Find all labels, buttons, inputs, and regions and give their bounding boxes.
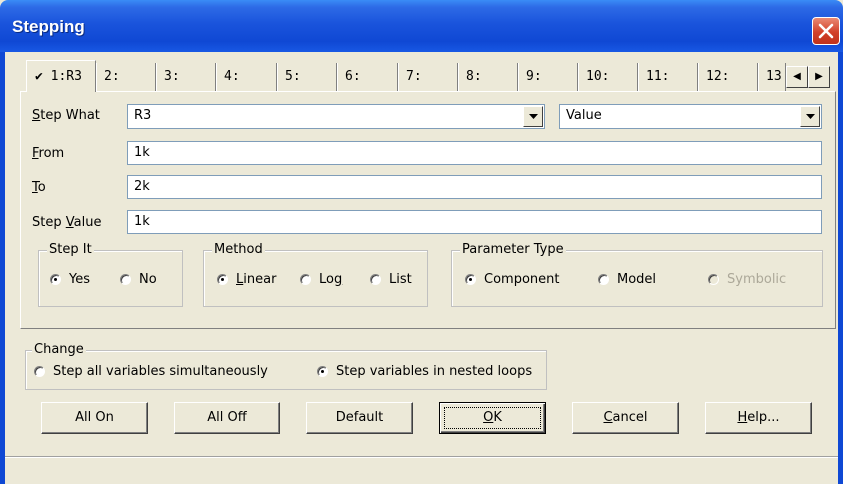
to-field[interactable]: 2k bbox=[127, 175, 822, 199]
method-log-radio[interactable]: Log bbox=[300, 272, 355, 288]
step-it-no-radio[interactable]: No bbox=[120, 272, 165, 288]
window-title: Stepping bbox=[12, 17, 85, 36]
radio-selected-icon bbox=[465, 274, 476, 285]
step-what-combo[interactable]: R3 bbox=[127, 104, 545, 129]
tab-2[interactable]: 2: bbox=[96, 63, 156, 91]
tab-4[interactable]: 4: bbox=[216, 63, 277, 91]
radio-selected-icon bbox=[217, 274, 228, 285]
tab-6[interactable]: 6: bbox=[337, 63, 398, 91]
method-title: Method bbox=[212, 242, 265, 257]
step-all-simultaneous-radio[interactable]: Step all variables simultaneously bbox=[34, 364, 289, 380]
tab-10[interactable]: 10: bbox=[578, 63, 638, 91]
method-linear-radio[interactable]: Linear bbox=[217, 272, 292, 288]
radio-icon bbox=[300, 274, 311, 285]
tab-scroll-left-icon[interactable]: ◀ bbox=[786, 66, 808, 88]
window-frame-left bbox=[0, 52, 5, 484]
tab-scroll-right-icon[interactable]: ▶ bbox=[808, 66, 830, 88]
to-label: To bbox=[32, 180, 46, 195]
all-off-button[interactable]: All Off bbox=[174, 402, 280, 434]
step-attribute-combo[interactable]: Value bbox=[559, 104, 822, 129]
tab-8[interactable]: 8: bbox=[458, 63, 518, 91]
radio-icon bbox=[34, 366, 45, 377]
from-field[interactable]: 1k bbox=[127, 141, 822, 165]
parameter-component-radio[interactable]: Component bbox=[465, 272, 575, 288]
tab-7[interactable]: 7: bbox=[398, 63, 458, 91]
radio-icon bbox=[120, 274, 131, 285]
step-value-label: Step Value bbox=[32, 215, 102, 230]
window-frame-right bbox=[838, 52, 843, 484]
ok-button[interactable]: OK bbox=[439, 402, 546, 434]
cancel-button[interactable]: Cancel bbox=[572, 402, 679, 434]
change-title: Change bbox=[32, 342, 86, 357]
step-it-yes-radio[interactable]: Yes bbox=[50, 272, 105, 288]
tab-13[interactable]: 13 bbox=[758, 63, 786, 91]
parameter-model-radio[interactable]: Model bbox=[598, 272, 673, 288]
step-attribute-value: Value bbox=[566, 108, 602, 123]
tab-scroll-buttons: ◀ ▶ bbox=[786, 66, 830, 88]
tab-11[interactable]: 11: bbox=[638, 63, 698, 91]
parameter-type-title: Parameter Type bbox=[460, 242, 566, 257]
all-on-button[interactable]: All On bbox=[41, 402, 148, 434]
close-icon bbox=[818, 23, 834, 39]
step-what-dropdown-button[interactable] bbox=[523, 106, 543, 127]
title-bar[interactable] bbox=[0, 0, 843, 52]
radio-selected-icon bbox=[50, 274, 61, 285]
from-label: From bbox=[32, 146, 65, 161]
step-what-label: Step What bbox=[32, 108, 100, 123]
step-value-field[interactable]: 1k bbox=[127, 210, 822, 234]
default-button[interactable]: Default bbox=[306, 402, 413, 434]
radio-icon bbox=[370, 274, 381, 285]
focus-rect bbox=[444, 407, 541, 429]
chevron-down-icon bbox=[529, 114, 538, 119]
method-list-radio[interactable]: List bbox=[370, 272, 420, 288]
step-it-title: Step It bbox=[47, 242, 94, 257]
tab-12[interactable]: 12: bbox=[698, 63, 758, 91]
help-button[interactable]: Help... bbox=[705, 402, 812, 434]
tab-1[interactable]: ✔ 1:R3 bbox=[26, 60, 96, 92]
radio-selected-icon bbox=[317, 366, 328, 377]
chevron-down-icon bbox=[806, 114, 815, 119]
close-button[interactable] bbox=[812, 17, 840, 45]
status-divider bbox=[5, 456, 838, 458]
tab-3[interactable]: 3: bbox=[156, 63, 216, 91]
tab-5[interactable]: 5: bbox=[277, 63, 337, 91]
step-nested-loops-radio[interactable]: Step variables in nested loops bbox=[317, 364, 547, 380]
parameter-symbolic-radio: Symbolic bbox=[708, 272, 798, 288]
tab-9[interactable]: 9: bbox=[518, 63, 578, 91]
radio-disabled-icon bbox=[708, 274, 719, 285]
step-attribute-dropdown-button[interactable] bbox=[800, 106, 820, 127]
radio-icon bbox=[598, 274, 609, 285]
step-what-value: R3 bbox=[134, 108, 152, 123]
